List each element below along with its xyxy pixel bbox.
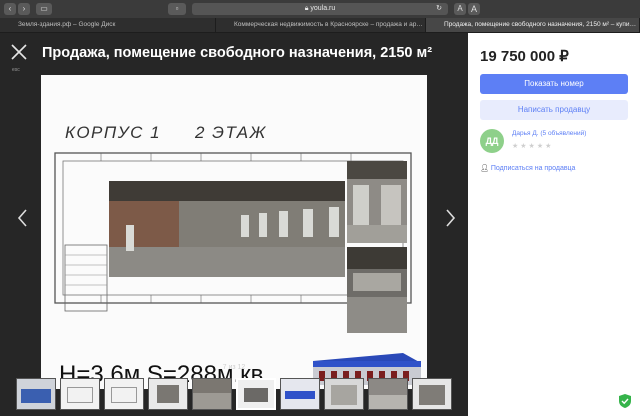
thumbnail[interactable] (368, 378, 408, 410)
write-seller-button[interactable]: Написать продавцу (480, 100, 628, 120)
shield-icon[interactable] (618, 393, 632, 409)
price: 19 750 000 ₽ (480, 48, 569, 65)
seller-rating-stars: ★★★★★ (512, 143, 554, 150)
previous-arrow-icon[interactable] (16, 208, 30, 228)
thumbnail[interactable] (324, 378, 364, 410)
address-bar[interactable]: 🔒︎ youla.ru ↻ (192, 3, 448, 15)
reader-small-button[interactable]: A (454, 3, 466, 15)
share-icon[interactable]: ▫ (168, 3, 186, 15)
thumbnail[interactable] (60, 378, 100, 410)
thumbnail[interactable] (16, 378, 56, 410)
photo-viewer: esc Продажа, помещение свободного назнач… (0, 33, 468, 416)
show-phone-button[interactable]: Показать номер (480, 74, 628, 94)
tab-bar: Земля-здания.рф – Google Диск Коммерческ… (0, 18, 640, 33)
thumbnail-selected[interactable] (236, 378, 276, 410)
tab-current-listing[interactable]: Продажа, помещение свободного назначения… (426, 18, 640, 32)
close-icon[interactable] (10, 43, 28, 61)
esc-hint: esc (12, 67, 20, 73)
listing-sidebar: 19 750 000 ₽ Показать номер Написать про… (468, 33, 640, 416)
thumbnail[interactable] (280, 378, 320, 410)
thumbnail[interactable] (104, 378, 144, 410)
reload-icon[interactable]: ↻ (436, 3, 442, 15)
browser-toolbar: ‹ › ▭ ▫ 🔒︎ youla.ru ↻ A A (0, 0, 640, 19)
photo-counter: 7 из 12 (222, 364, 246, 371)
thumbnail[interactable] (148, 378, 188, 410)
back-icon[interactable]: ‹ (4, 3, 16, 15)
photo-heading-right: 2 ЭТАЖ (194, 123, 267, 142)
forward-icon[interactable]: › (18, 3, 30, 15)
floor-plan-drawing: КОРПУС 1 2 ЭТАЖ Н=3,6м S=288м.кв (41, 75, 427, 389)
sidebar-icon[interactable]: ▭ (36, 3, 52, 15)
next-arrow-icon[interactable] (443, 208, 457, 228)
main-photo[interactable]: КОРПУС 1 2 ЭТАЖ Н=3,6м S=288м.кв (41, 75, 427, 389)
thumbnail[interactable] (192, 378, 232, 410)
address-text: youla.ru (310, 5, 336, 12)
seller-name-link[interactable]: Дарья Д. (5 объявлений) (512, 130, 586, 137)
tab-google-drive[interactable]: Земля-здания.рф – Google Диск (0, 18, 216, 32)
thumbnail[interactable] (412, 378, 452, 410)
subscribe-link[interactable]: 👤︎ Подписаться на продавца (480, 164, 575, 172)
add-user-icon: 👤︎ (480, 165, 491, 172)
listing-title: Продажа, помещение свободного назначения… (42, 45, 433, 61)
avatar[interactable]: ДД (480, 129, 504, 153)
photo-heading-left: КОРПУС 1 (65, 123, 161, 142)
reader-large-button[interactable]: A (468, 3, 480, 15)
tab-commercial-realty[interactable]: Коммерческая недвижимость в Красноярске … (216, 18, 426, 32)
subscribe-label: Подписаться на продавца (490, 165, 576, 172)
